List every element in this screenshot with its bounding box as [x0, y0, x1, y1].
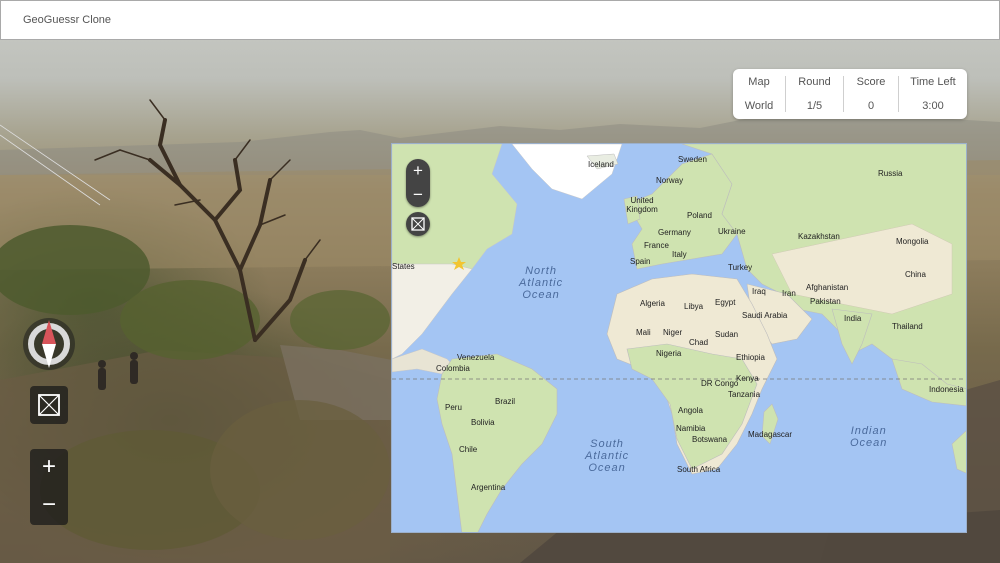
street-view-reset-button[interactable] — [30, 386, 68, 424]
country-label: Chad — [689, 338, 709, 347]
country-label: Kenya — [736, 374, 759, 383]
country-label: Sweden — [678, 155, 707, 164]
status-score-label: Score — [856, 76, 886, 88]
map-zoom-out-button[interactable]: − — [406, 183, 430, 207]
country-label: Afghanistan — [806, 283, 849, 292]
country-label: Germany — [658, 228, 691, 237]
country-label: Norway — [656, 176, 684, 185]
country-label: South Africa — [677, 465, 721, 474]
country-label: Tanzania — [728, 390, 761, 399]
status-time-label: Time Left — [910, 76, 956, 88]
app-header: GeoGuessr Clone — [0, 0, 1000, 40]
status-map-label: Map — [748, 76, 770, 88]
map-zoom-in-button[interactable]: + — [406, 159, 430, 183]
ocean-label: North Atlantic Ocean — [519, 265, 564, 301]
country-label: Indonesia — [929, 385, 964, 394]
country-label: Niger — [663, 328, 683, 337]
country-label: Ukraine — [718, 227, 746, 236]
reset-view-icon — [411, 217, 425, 231]
country-label: Mongolia — [896, 237, 929, 246]
country-label: Nigeria — [656, 349, 682, 358]
reset-view-icon — [38, 394, 60, 416]
country-label: Ethiopia — [736, 353, 765, 362]
status-round: Round 1/5 — [785, 76, 843, 112]
app-title: GeoGuessr Clone — [23, 14, 112, 26]
country-label: Iran — [782, 289, 796, 298]
country-label: Botswana — [692, 435, 728, 444]
status-time: Time Left 3:00 — [898, 76, 967, 112]
status-map-value: World — [744, 100, 774, 112]
status-score: Score 0 — [843, 76, 898, 112]
country-label: Iraq — [752, 287, 766, 296]
status-score-value: 0 — [867, 100, 875, 112]
country-label: China — [905, 270, 926, 279]
country-label: Argentina — [471, 483, 506, 492]
country-label: Angola — [678, 406, 703, 415]
country-label: Mali — [636, 328, 651, 337]
country-label: Spain — [630, 257, 651, 266]
ocean-label: South Atlantic Ocean — [585, 438, 630, 474]
status-round-label: Round — [798, 76, 831, 88]
guess-map[interactable]: North Atlantic Ocean South Atlantic Ocea… — [391, 143, 967, 533]
country-label: Thailand — [892, 322, 923, 331]
country-label: Venezuela — [457, 353, 495, 362]
world-map — [392, 144, 966, 532]
country-label: Colombia — [436, 364, 470, 373]
country-label: Turkey — [728, 263, 753, 272]
country-label: Russia — [878, 169, 903, 178]
country-label: Madagascar — [748, 430, 793, 439]
country-label: Italy — [672, 250, 687, 259]
country-label: States — [392, 262, 415, 271]
country-label: United Kingdom — [626, 196, 658, 214]
game-status-panel: Map World Round 1/5 Score 0 Time Left 3:… — [733, 69, 967, 119]
country-label: Libya — [684, 302, 704, 311]
compass-icon[interactable] — [23, 318, 75, 370]
country-label: Pakistan — [810, 297, 841, 306]
country-label: Namibia — [676, 424, 706, 433]
street-view-zoom-out-button[interactable]: − — [30, 487, 68, 525]
country-label: Saudi Arabia — [742, 311, 788, 320]
street-view-zoom-in-button[interactable]: + — [30, 449, 68, 487]
country-label: India — [844, 314, 862, 323]
country-label: DR Congo — [701, 379, 739, 388]
map-reset-button[interactable] — [406, 212, 430, 236]
status-round-value: 1/5 — [806, 100, 823, 112]
country-label: France — [644, 241, 669, 250]
status-map: Map World — [733, 76, 785, 112]
country-label: Bolivia — [471, 418, 495, 427]
country-label: Chile — [459, 445, 478, 454]
country-label: Algeria — [640, 299, 665, 308]
country-label: Sudan — [715, 330, 739, 339]
country-label: Iceland — [588, 160, 614, 169]
street-view-zoom-control: + − — [30, 449, 68, 525]
country-label: Brazil — [495, 397, 516, 406]
country-label: Poland — [687, 211, 712, 220]
compass-needle-icon — [42, 320, 56, 368]
ocean-label: Indian Ocean — [850, 425, 888, 449]
country-label: Egypt — [715, 298, 736, 307]
map-zoom-control: + − — [406, 159, 430, 207]
country-label: Kazakhstan — [798, 232, 840, 241]
status-time-value: 3:00 — [922, 100, 944, 112]
country-label: Peru — [445, 403, 462, 412]
